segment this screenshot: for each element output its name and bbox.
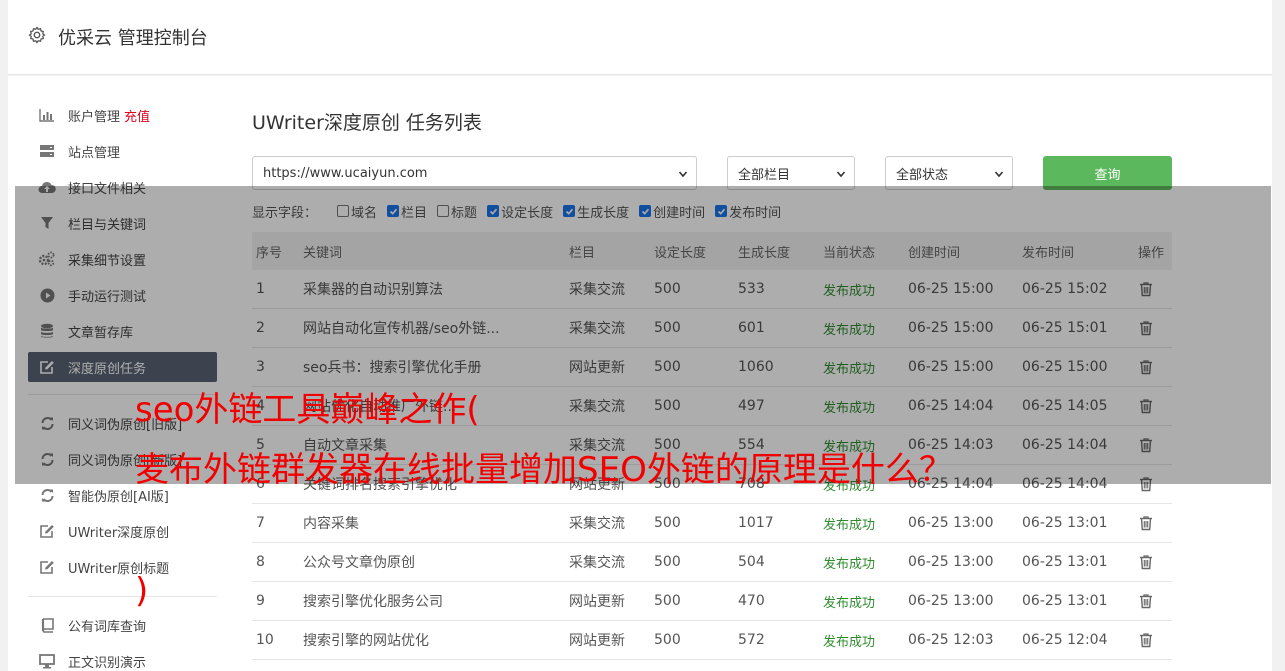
watermark-line: seo外链工具巅峰之作(: [135, 390, 480, 430]
sidebar-item-label: UWriter原创标题: [68, 561, 170, 577]
table-cell: 7: [256, 515, 265, 531]
table-cell: 公众号文章伪原创: [303, 555, 415, 571]
table-cell: 06-25 13:00: [908, 554, 994, 570]
delete-button[interactable]: [1138, 504, 1172, 542]
table-row: 10 搜索引擎的网站优化 网站更新 500 572 发布成功 06-25 12:03 06-2…: [252, 621, 1172, 660]
delete-button[interactable]: [1138, 582, 1172, 620]
table-cell: 06-25 13:01: [1022, 515, 1108, 531]
site-select[interactable]: https://www.ucaiyun.com: [252, 156, 697, 190]
query-button[interactable]: 查询: [1043, 156, 1172, 190]
table-cell: 06-25 12:04: [1022, 632, 1108, 648]
edit-icon: [38, 522, 56, 540]
sidebar-item-uwriter-title[interactable]: UWriter原创标题: [28, 552, 217, 582]
chevron-down-icon: [836, 171, 846, 178]
table-cell: 8: [256, 554, 265, 570]
column-select[interactable]: 全部栏目: [727, 156, 855, 190]
refresh-icon: [38, 486, 56, 504]
table-cell: 504: [738, 554, 765, 570]
edit-icon: [38, 558, 56, 576]
chevron-down-icon: [678, 171, 688, 178]
table-cell: 500: [654, 632, 681, 648]
sidebar-item-public-lexicon[interactable]: 公有词库查询: [28, 610, 217, 640]
table-cell: 500: [654, 554, 681, 570]
bar-chart-icon: [38, 106, 56, 124]
sidebar-item-label: UWriter深度原创: [68, 525, 170, 541]
server-icon: [38, 142, 56, 160]
table-cell: 500: [654, 515, 681, 531]
table-cell: 内容采集: [303, 516, 359, 532]
status-badge: 发布成功: [823, 556, 876, 572]
status-badge: 发布成功: [823, 595, 876, 611]
table-cell: 网站更新: [569, 633, 625, 649]
trash-icon[interactable]: [1138, 515, 1154, 531]
sidebar-divider: [28, 596, 217, 597]
table-cell: 采集交流: [569, 516, 625, 532]
table-cell: 网站更新: [569, 594, 625, 610]
table-row: 9 搜索引擎优化服务公司 网站更新 500 470 发布成功 06-25 13:00 06-2…: [252, 582, 1172, 621]
book-icon: [38, 616, 56, 634]
sidebar-item-uwriter-deep[interactable]: UWriter深度原创: [28, 516, 217, 546]
sidebar-item-sites[interactable]: 站点管理: [28, 136, 217, 166]
column-select-value: 全部栏目: [738, 167, 791, 183]
trash-icon[interactable]: [1138, 593, 1154, 609]
page-title: UWriter深度原创 任务列表: [252, 112, 482, 134]
watermark-line: 麦布外链群发器在线批量增加SEO外链的原理是什么？: [135, 450, 953, 490]
trash-icon[interactable]: [1138, 632, 1154, 648]
table-row: 8 公众号文章伪原创 采集交流 500 504 发布成功 06-25 13:00 06-25 …: [252, 543, 1172, 582]
sidebar-item-label: 公有词库查询: [68, 619, 147, 635]
status-badge: 发布成功: [823, 517, 876, 533]
sidebar-item-label: 账户管理: [68, 109, 121, 125]
table-cell: 572: [738, 632, 765, 648]
sidebar-item-label: 正文识别演示: [68, 655, 147, 671]
table-cell: 搜索引擎优化服务公司: [303, 594, 443, 610]
site-select-value: https://www.ucaiyun.com: [263, 165, 428, 181]
recharge-link[interactable]: 充值: [124, 106, 150, 125]
gear-icon: [28, 26, 46, 44]
app-title: 优采云 管理控制台: [58, 28, 208, 49]
table-cell: 06-25 13:00: [908, 515, 994, 531]
table-cell: 06-25 13:01: [1022, 554, 1108, 570]
sidebar-item-label: 站点管理: [68, 145, 121, 161]
table-cell: 采集交流: [569, 555, 625, 571]
table-cell: 500: [654, 593, 681, 609]
table-cell: 1017: [738, 515, 774, 531]
table-cell: 06-25 13:01: [1022, 593, 1108, 609]
trash-icon[interactable]: [1138, 554, 1154, 570]
table-cell: 470: [738, 593, 765, 609]
watermark-line: ): [135, 571, 149, 611]
table-cell: 10: [256, 632, 274, 648]
table-cell: 9: [256, 593, 265, 609]
top-header: 优采云 管理控制台: [8, 0, 1272, 75]
table-cell: 06-25 12:03: [908, 632, 994, 648]
status-badge: 发布成功: [823, 634, 876, 650]
table-cell: 06-25 13:00: [908, 593, 994, 609]
chevron-down-icon: [994, 171, 1004, 178]
desktop-icon: [38, 652, 56, 670]
delete-button[interactable]: [1138, 621, 1172, 659]
delete-button[interactable]: [1138, 543, 1172, 581]
status-select[interactable]: 全部状态: [885, 156, 1013, 190]
sidebar-item-body-recognition[interactable]: 正文识别演示: [28, 646, 217, 671]
status-select-value: 全部状态: [896, 167, 949, 183]
watermark-overlay: [15, 186, 1271, 484]
table-cell: 搜索引擎的网站优化: [303, 633, 429, 649]
table-row: 7 内容采集 采集交流 500 1017 发布成功 06-25 13:00 06-25 13:…: [252, 504, 1172, 543]
sidebar-item-account[interactable]: 账户管理 充值: [28, 100, 217, 130]
